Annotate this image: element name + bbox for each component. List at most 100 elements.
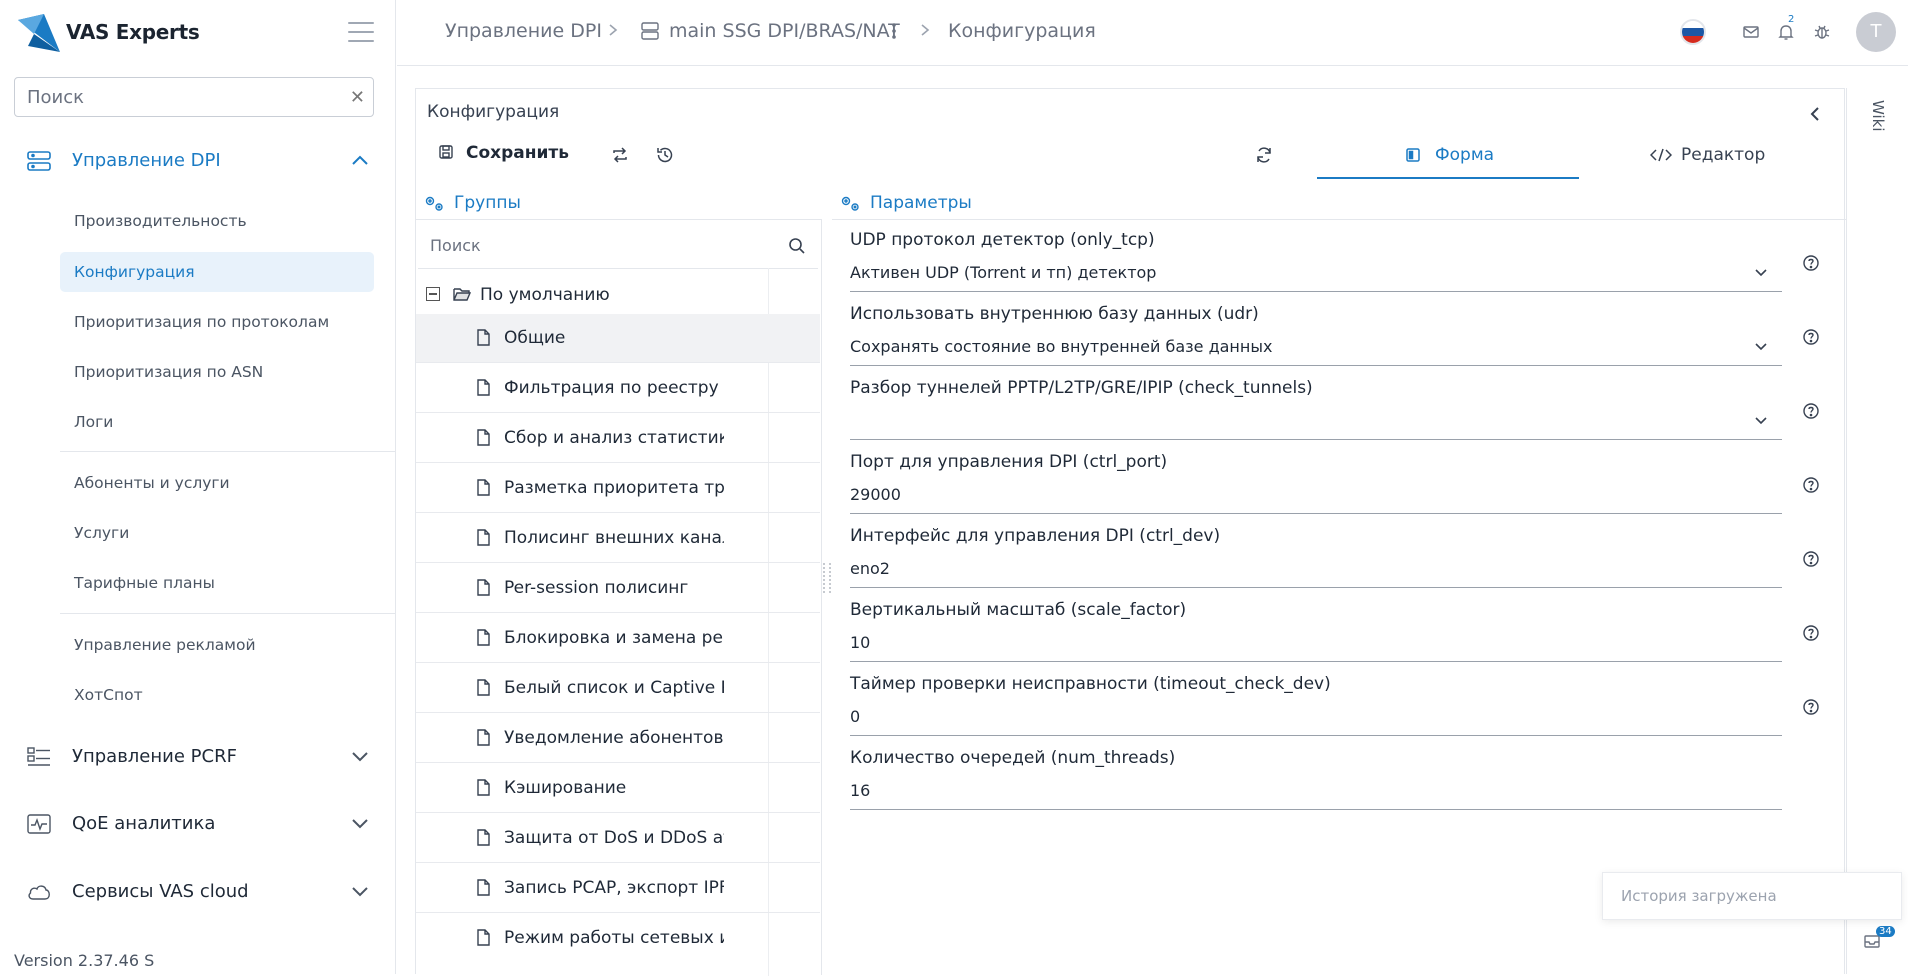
wiki-tab[interactable]: Wiki [1869, 100, 1887, 132]
tab-editor[interactable]: Редактор [1580, 133, 1842, 179]
save-button[interactable]: Сохранить [439, 143, 570, 163]
chevron-left-icon[interactable] [1806, 105, 1824, 123]
sidebar-item-performance[interactable]: Производительность [60, 201, 374, 241]
nav-section-dpi[interactable]: Управление DPI [0, 136, 396, 186]
ctrl-dev-input[interactable]: eno2 [850, 554, 1782, 588]
nav-section-qoe[interactable]: QoE аналитика [0, 799, 396, 849]
sidebar-search-input[interactable] [15, 78, 335, 117]
save-button-label: Сохранить [466, 143, 570, 163]
sidebar-item-configuration[interactable]: Конфигурация [60, 252, 374, 292]
tree-item[interactable]: Per-session полисинг [416, 564, 820, 613]
file-icon [477, 829, 490, 846]
breadcrumb-dpi[interactable]: Управление DPI [445, 20, 602, 42]
tab-label: Редактор [1681, 145, 1766, 165]
field-label: Вертикальный масштаб (scale_factor) [850, 600, 1187, 620]
tree-item[interactable]: Фильтрация по реестру запрещенных сайтов [416, 364, 820, 413]
groups-panel: По умолчанию Общие Фильтрация по реестру… [416, 219, 822, 976]
search-icon[interactable] [788, 237, 806, 255]
wiki-panel: Wiki [1846, 88, 1908, 974]
more-vertical-icon[interactable] [890, 21, 898, 41]
tree-item[interactable]: Полисинг внешних каналов доступа [416, 514, 820, 563]
swap-icon[interactable] [610, 145, 630, 165]
refresh-icon[interactable] [1254, 145, 1274, 165]
help-icon[interactable] [1802, 402, 1820, 420]
tree-item[interactable]: Блокировка и замена рекламы [416, 614, 820, 663]
tree-item-label: Защита от DoS и DDoS атак [504, 828, 724, 848]
tree-item-label: Per-session полисинг [504, 578, 689, 598]
tree-root-label: По умолчанию [480, 285, 610, 305]
help-icon[interactable] [1802, 550, 1820, 568]
brand-logo[interactable]: VAS Experts [14, 6, 384, 62]
tree-item[interactable]: Общие [416, 314, 820, 363]
sidebar-item-label: Абоненты и услуги [74, 474, 230, 492]
file-icon [477, 879, 490, 896]
sidebar-item-tariffs[interactable]: Тарифные планы [60, 563, 374, 603]
field-value: 16 [850, 781, 871, 800]
mail-icon[interactable] [1741, 22, 1761, 42]
nav-section-pcrf[interactable]: Управление PCRF [0, 732, 396, 782]
field-label: Количество очередей (num_threads) [850, 748, 1176, 768]
sidebar-item-protocol-priority[interactable]: Приоритизация по протоколам [60, 302, 374, 342]
sidebar-item-logs[interactable]: Логи [60, 402, 374, 442]
field-value: Активен UDP (Torrent и тп) детектор [850, 263, 1157, 282]
chevron-down-icon [352, 752, 368, 762]
collapse-tree-icon[interactable] [426, 287, 440, 301]
tree-item[interactable]: Кэширование [416, 764, 820, 813]
pcrf-icon [27, 747, 50, 766]
breadcrumb-device[interactable]: main SSG DPI/BRAS/NAT [669, 20, 900, 42]
sidebar-item-hotspot[interactable]: ХотСпот [60, 675, 374, 715]
sidebar-item-ads[interactable]: Управление рекламой [60, 625, 374, 665]
nav-section-cloud[interactable]: Сервисы VAS cloud [0, 867, 396, 917]
udr-select[interactable]: Сохранять состояние во внутренней базе д… [850, 332, 1782, 366]
tree-item[interactable]: Запись PCAP, экспорт IPFIX (Клиенты) [416, 864, 820, 913]
tree-item-label: Уведомление абонентов [504, 728, 724, 748]
sidebar-item-services[interactable]: Услуги [60, 513, 374, 553]
ctrl-port-input[interactable]: 29000 [850, 480, 1782, 514]
bug-icon[interactable] [1812, 22, 1832, 42]
tree-item[interactable]: Режим работы сетевых интерфейсов [416, 914, 820, 963]
tree-item[interactable]: Белый список и Captive Portal [416, 664, 820, 713]
check-tunnels-select[interactable] [850, 406, 1782, 440]
help-icon[interactable] [1802, 624, 1820, 642]
tree-item-label: Режим работы сетевых интерфейсов [504, 928, 724, 948]
num-threads-input[interactable]: 16 [850, 776, 1782, 810]
help-icon[interactable] [1802, 328, 1820, 346]
notifications-button[interactable]: 2 [1776, 14, 1796, 42]
clear-search-icon[interactable]: ✕ [350, 87, 365, 108]
help-icon[interactable] [1802, 476, 1820, 494]
topbar: Управление DPI main SSG DPI/BRAS/NAT Кон… [397, 0, 1908, 66]
file-icon [477, 429, 490, 446]
toast-message: История загружена [1621, 887, 1777, 905]
help-icon[interactable] [1802, 254, 1820, 272]
panel-resize-handle[interactable] [823, 563, 831, 593]
save-icon [439, 145, 453, 159]
tree-item[interactable]: Защита от DoS и DDoS атак [416, 814, 820, 863]
groups-search-input[interactable] [418, 223, 768, 268]
tasks-button[interactable]: 34 [1862, 926, 1895, 956]
field-only-tcp: UDP протокол детектор (only_tcp) Активен… [850, 220, 1819, 294]
timeout-check-dev-input[interactable]: 0 [850, 702, 1782, 736]
tree-item[interactable]: Уведомление абонентов [416, 714, 820, 763]
field-udr: Использовать внутреннюю базу данных (udr… [850, 294, 1819, 368]
tree-item[interactable]: Разметка приоритета трафика [416, 464, 820, 513]
cloud-icon [28, 885, 50, 900]
tree-root-default[interactable]: По умолчанию [416, 279, 822, 313]
only-tcp-select[interactable]: Активен UDP (Torrent и тп) детектор [850, 258, 1782, 292]
scale-factor-input[interactable]: 10 [850, 628, 1782, 662]
sidebar-item-label: Конфигурация [74, 263, 195, 281]
user-avatar[interactable]: T [1856, 12, 1896, 52]
history-icon[interactable] [655, 145, 675, 165]
language-flag-icon[interactable] [1680, 19, 1706, 45]
sidebar-item-asn-priority[interactable]: Приоритизация по ASN [60, 352, 374, 392]
help-icon[interactable] [1802, 698, 1820, 716]
gears-icon [425, 196, 443, 211]
field-value: 10 [850, 633, 871, 652]
tree-item[interactable]: Сбор и анализ статистики по протоколам [416, 414, 820, 463]
chevron-down-icon [1755, 269, 1767, 277]
sidebar-item-subscribers[interactable]: Абоненты и услуги [60, 463, 374, 503]
sidebar-item-label: Услуги [74, 524, 130, 542]
tasks-count: 34 [1876, 926, 1895, 937]
file-icon [477, 379, 490, 396]
tab-form[interactable]: Форма [1317, 133, 1579, 179]
menu-toggle-icon[interactable] [348, 22, 374, 44]
